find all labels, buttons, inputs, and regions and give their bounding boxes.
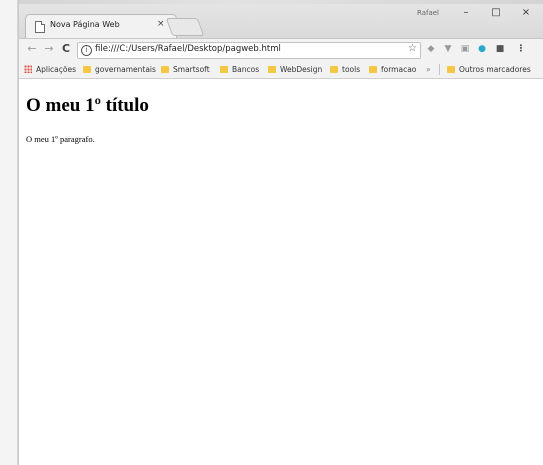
close-window-button[interactable]: × bbox=[513, 4, 539, 22]
bookmark-label: Bancos bbox=[232, 65, 260, 74]
bookmark-label: Smartsoft bbox=[173, 65, 210, 74]
navigation-toolbar: ← → C i file:///C:/Users/Rafael/Desktop/… bbox=[19, 38, 543, 61]
menu-icon[interactable]: ⋮ bbox=[516, 44, 526, 54]
maximize-button[interactable]: □ bbox=[483, 4, 509, 22]
page-content: O meu 1º título O meu 1º paragrafo. bbox=[19, 79, 543, 465]
folder-icon bbox=[268, 66, 276, 73]
bookmark-label: WebDesign bbox=[280, 65, 323, 74]
bookmark-apps-label: Aplicações bbox=[36, 65, 77, 74]
bookmarks-separator bbox=[439, 64, 440, 75]
bookmark-folder-formacao[interactable]: formacao bbox=[369, 64, 416, 75]
browser-window: Nova Página Web × Rafael – □ × ← → C i f… bbox=[19, 0, 543, 465]
page-heading: O meu 1º título bbox=[26, 95, 149, 116]
folder-icon bbox=[447, 66, 455, 73]
bookmark-apps[interactable]: Aplicações bbox=[24, 64, 76, 75]
bookmark-folder-webdesign[interactable]: WebDesign bbox=[268, 64, 322, 75]
folder-icon bbox=[369, 66, 377, 73]
bookmark-label: Outros marcadores bbox=[459, 65, 531, 74]
folder-icon bbox=[83, 66, 91, 73]
bookmark-label: formacao bbox=[381, 65, 417, 74]
bookmarks-bar: Aplicações governamentais Smartsoft Banc… bbox=[19, 61, 543, 79]
extension-icon-3[interactable]: ▣ bbox=[460, 44, 470, 54]
document-icon bbox=[35, 21, 45, 33]
reload-button[interactable]: C bbox=[59, 42, 73, 56]
forward-button[interactable]: → bbox=[42, 42, 56, 56]
folder-icon bbox=[330, 66, 338, 73]
folder-icon bbox=[161, 66, 169, 73]
address-bar[interactable]: i file:///C:/Users/Rafael/Desktop/pagweb… bbox=[77, 42, 421, 59]
page-paragraph: O meu 1º paragrafo. bbox=[26, 134, 95, 144]
bookmarks-overflow-button[interactable]: » bbox=[426, 64, 431, 75]
minimize-button[interactable]: – bbox=[453, 4, 479, 22]
tab-title: Nova Página Web bbox=[50, 20, 120, 29]
tab-nova-pagina-web[interactable]: Nova Página Web × bbox=[25, 14, 177, 39]
bookmark-label: governamentais bbox=[95, 65, 156, 74]
desktop-left-strip bbox=[0, 0, 19, 465]
folder-icon bbox=[220, 66, 228, 73]
extension-icon-1[interactable]: ◆ bbox=[426, 44, 436, 54]
profile-name[interactable]: Rafael bbox=[415, 6, 441, 20]
bookmark-folder-governamentais[interactable]: governamentais bbox=[83, 64, 156, 75]
extension-icon-5[interactable]: ■ bbox=[495, 44, 505, 54]
title-bar: Nova Página Web × Rafael – □ × bbox=[19, 0, 543, 39]
apps-grid-icon bbox=[24, 65, 32, 73]
bookmark-folder-smartsoft[interactable]: Smartsoft bbox=[161, 64, 210, 75]
new-tab-button[interactable] bbox=[165, 18, 205, 36]
info-icon[interactable]: i bbox=[81, 45, 92, 56]
extension-globe-icon[interactable]: ● bbox=[477, 44, 487, 54]
bookmark-label: tools bbox=[342, 65, 361, 74]
bookmark-folder-bancos[interactable]: Bancos bbox=[220, 64, 259, 75]
bookmark-star-icon[interactable]: ☆ bbox=[408, 43, 417, 54]
back-button[interactable]: ← bbox=[25, 42, 39, 56]
bookmark-folder-tools[interactable]: tools bbox=[330, 64, 360, 75]
bookmark-folder-outros-marcadores[interactable]: Outros marcadores bbox=[447, 64, 531, 75]
tab-close-icon[interactable]: × bbox=[157, 19, 165, 29]
url-text[interactable]: file:///C:/Users/Rafael/Desktop/pagweb.h… bbox=[95, 44, 281, 54]
extension-filter-icon[interactable]: ▼ bbox=[443, 44, 453, 54]
